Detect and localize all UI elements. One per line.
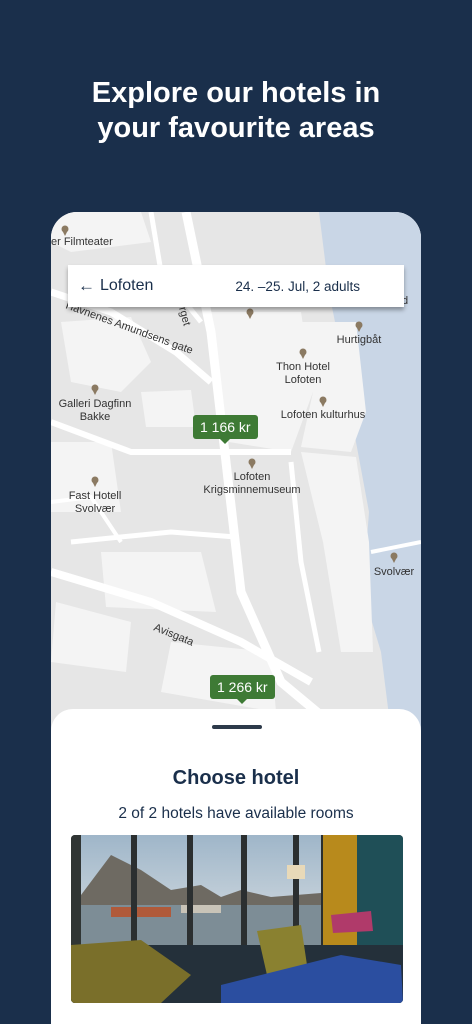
sheet-title: Choose hotel — [172, 767, 300, 789]
poi-label-galleri-2: Bakke — [80, 411, 111, 423]
promo-headline-line-1: Explore our hotels in — [91, 77, 381, 109]
sheet-drag-handle[interactable] — [212, 725, 262, 729]
promo-headline-line-2: your favourite areas — [97, 112, 375, 144]
street-label-filmteater: er Filmteater — [51, 236, 113, 248]
poi-label-museum: Lofoten — [234, 471, 271, 483]
poi-label-hurtigbat: Hurtigbåt — [337, 334, 382, 346]
search-dates-guests[interactable]: 24. –25. Jul, 2 adults — [235, 279, 360, 294]
hotel-card-image[interactable] — [71, 835, 403, 1003]
bottom-sheet: Choose hotel 2 of 2 hotels have availabl… — [51, 709, 421, 1024]
search-bar[interactable]: ← Lofoten 24. –25. Jul, 2 adults — [68, 265, 404, 307]
phone-screen: er Filmteater Havnenes Amundsens gate rg… — [51, 212, 421, 1024]
poi-label-fast-hotell-2: Svolvær — [75, 503, 116, 515]
price-tag[interactable]: 1 266 kr — [210, 675, 275, 704]
search-location[interactable]: Lofoten — [100, 277, 153, 295]
poi-label-galleri: Galleri Dagfinn — [59, 398, 132, 410]
hotel-photo-illustration — [71, 835, 403, 1003]
poi-label-thon-hotel-2: Lofoten — [285, 374, 322, 386]
poi-label-fast-hotell: Fast Hotell — [69, 490, 122, 502]
poi-label-kulturhus: Lofoten kulturhus — [281, 409, 366, 421]
poi-label-museum-2: Krigsminnemuseum — [203, 484, 300, 496]
promo-headline: Explore our hotels in your favourite are… — [0, 76, 472, 146]
price-tag[interactable]: 1 166 kr — [193, 415, 258, 444]
sheet-subtitle: 2 of 2 hotels have available rooms — [118, 805, 354, 822]
arrow-left-icon[interactable]: ← — [78, 276, 98, 296]
poi-label-svolvaer: Svolvær — [374, 566, 415, 578]
poi-label-thon-hotel: Thon Hotel — [276, 361, 330, 373]
